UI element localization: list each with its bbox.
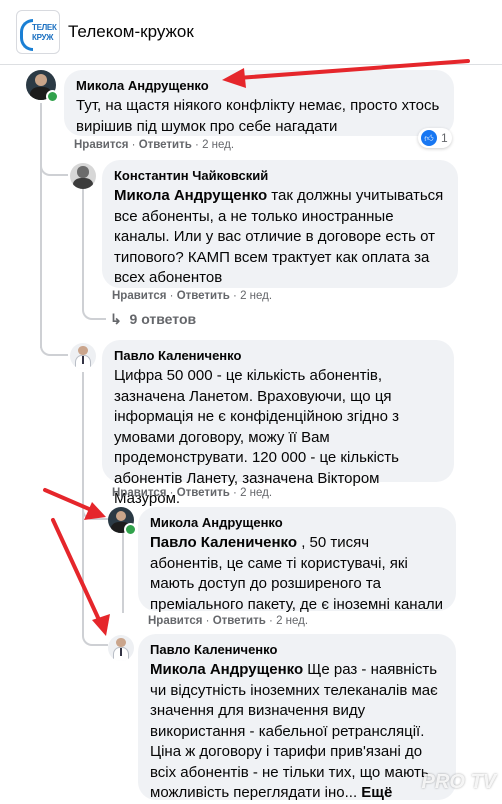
comment-time[interactable]: 2 нед.: [240, 487, 272, 499]
reply-button[interactable]: Ответить: [177, 487, 230, 499]
thread-line-sub3: [122, 533, 124, 613]
comment-body: Ще раз - наявність чи відсутність інозем…: [150, 661, 438, 801]
comment-actions: Нравится · Ответить · 2 нед.: [112, 290, 273, 302]
comment-text: Микола Андрущенко так должны учитываться…: [114, 186, 446, 289]
avatar[interactable]: [108, 635, 134, 661]
comment-text: Микола Андрущенко Ще раз - наявність чи …: [150, 660, 444, 804]
thread-curve-4: [82, 624, 108, 646]
view-replies-button[interactable]: ↳ 9 ответов: [110, 311, 196, 328]
comment-text: Тут, на щастя ніякого конфлікту немає, п…: [76, 97, 440, 135]
logo-text-2: КРУЖ: [32, 33, 54, 42]
thread-curve-3: [82, 500, 108, 520]
comment-author[interactable]: Микола Андрущенко: [76, 78, 442, 93]
comment-bubble: Микола Андрущенко Павло Калениченко , 50…: [138, 507, 456, 613]
comment-author[interactable]: Павло Калениченко: [150, 642, 444, 657]
like-button[interactable]: Нравится: [148, 615, 202, 627]
comment-bubble: Павло Калениченко Микола Андрущенко Ще р…: [138, 634, 456, 801]
thumbs-up-icon: 👍︎: [421, 130, 437, 146]
reaction-count: 1: [441, 131, 448, 145]
online-status-icon: [124, 523, 137, 536]
mention-link[interactable]: Павло Калениченко: [150, 534, 297, 551]
comment-author[interactable]: Константин Чайковский: [114, 168, 446, 183]
comment-text: Павло Калениченко , 50 тисяч абонентів, …: [150, 533, 444, 615]
reply-arrow-icon: ↳: [110, 311, 122, 327]
comment-author[interactable]: Микола Андрущенко: [150, 515, 444, 530]
group-logo[interactable]: ТЕЛЕК КРУЖ: [16, 10, 60, 54]
comment-time[interactable]: 2 нед.: [240, 290, 272, 302]
reply-button[interactable]: Ответить: [213, 615, 266, 627]
comment-actions: Нравится · Ответить · 2 нед.: [112, 487, 273, 499]
thread-line-sub1: [82, 186, 84, 306]
like-button[interactable]: Нравится: [112, 487, 166, 499]
comment-bubble: Павло Калениченко Цифра 50 000 - це кіль…: [102, 340, 454, 507]
see-more-link[interactable]: Ещё: [357, 784, 392, 801]
thread-line-main: [40, 103, 42, 348]
thread-curve-replies: [82, 298, 106, 320]
reply-button[interactable]: Ответить: [177, 290, 230, 302]
mention-link[interactable]: Микола Андрущенко: [150, 661, 303, 678]
online-status-icon: [46, 90, 59, 103]
comment-actions: Нравится · Ответить · 2 нед.: [74, 139, 235, 151]
like-button[interactable]: Нравится: [112, 290, 166, 302]
thread-curve-1: [40, 150, 68, 176]
reply-button[interactable]: Ответить: [139, 139, 192, 151]
reaction-badge[interactable]: 👍︎ 1: [418, 128, 452, 148]
avatar[interactable]: [70, 163, 96, 189]
logo-text-1: ТЕЛЕК: [32, 23, 57, 32]
comment-bubble: Микола Андрущенко Тут, на щастя ніякого …: [64, 70, 454, 136]
comment-bubble: Константин Чайковский Микола Андрущенко …: [102, 160, 458, 288]
avatar[interactable]: [70, 343, 96, 369]
arrow-3-shaft: [51, 518, 102, 624]
comment-author[interactable]: Павло Калениченко: [114, 348, 442, 363]
mention-link[interactable]: Микола Андрущенко: [114, 187, 267, 204]
group-title[interactable]: Телеком-кружок: [68, 22, 194, 42]
comment-actions: Нравится · Ответить · 2 нед.: [148, 615, 309, 627]
watermark: PRO TV: [421, 771, 496, 793]
comment-time[interactable]: 2 нед.: [202, 139, 234, 151]
replies-count: 9 ответов: [129, 311, 197, 327]
comment-time[interactable]: 2 нед.: [276, 615, 308, 627]
group-header: ТЕЛЕК КРУЖ Телеком-кружок: [0, 0, 502, 65]
like-button[interactable]: Нравится: [74, 139, 128, 151]
thread-curve-2: [40, 332, 68, 356]
